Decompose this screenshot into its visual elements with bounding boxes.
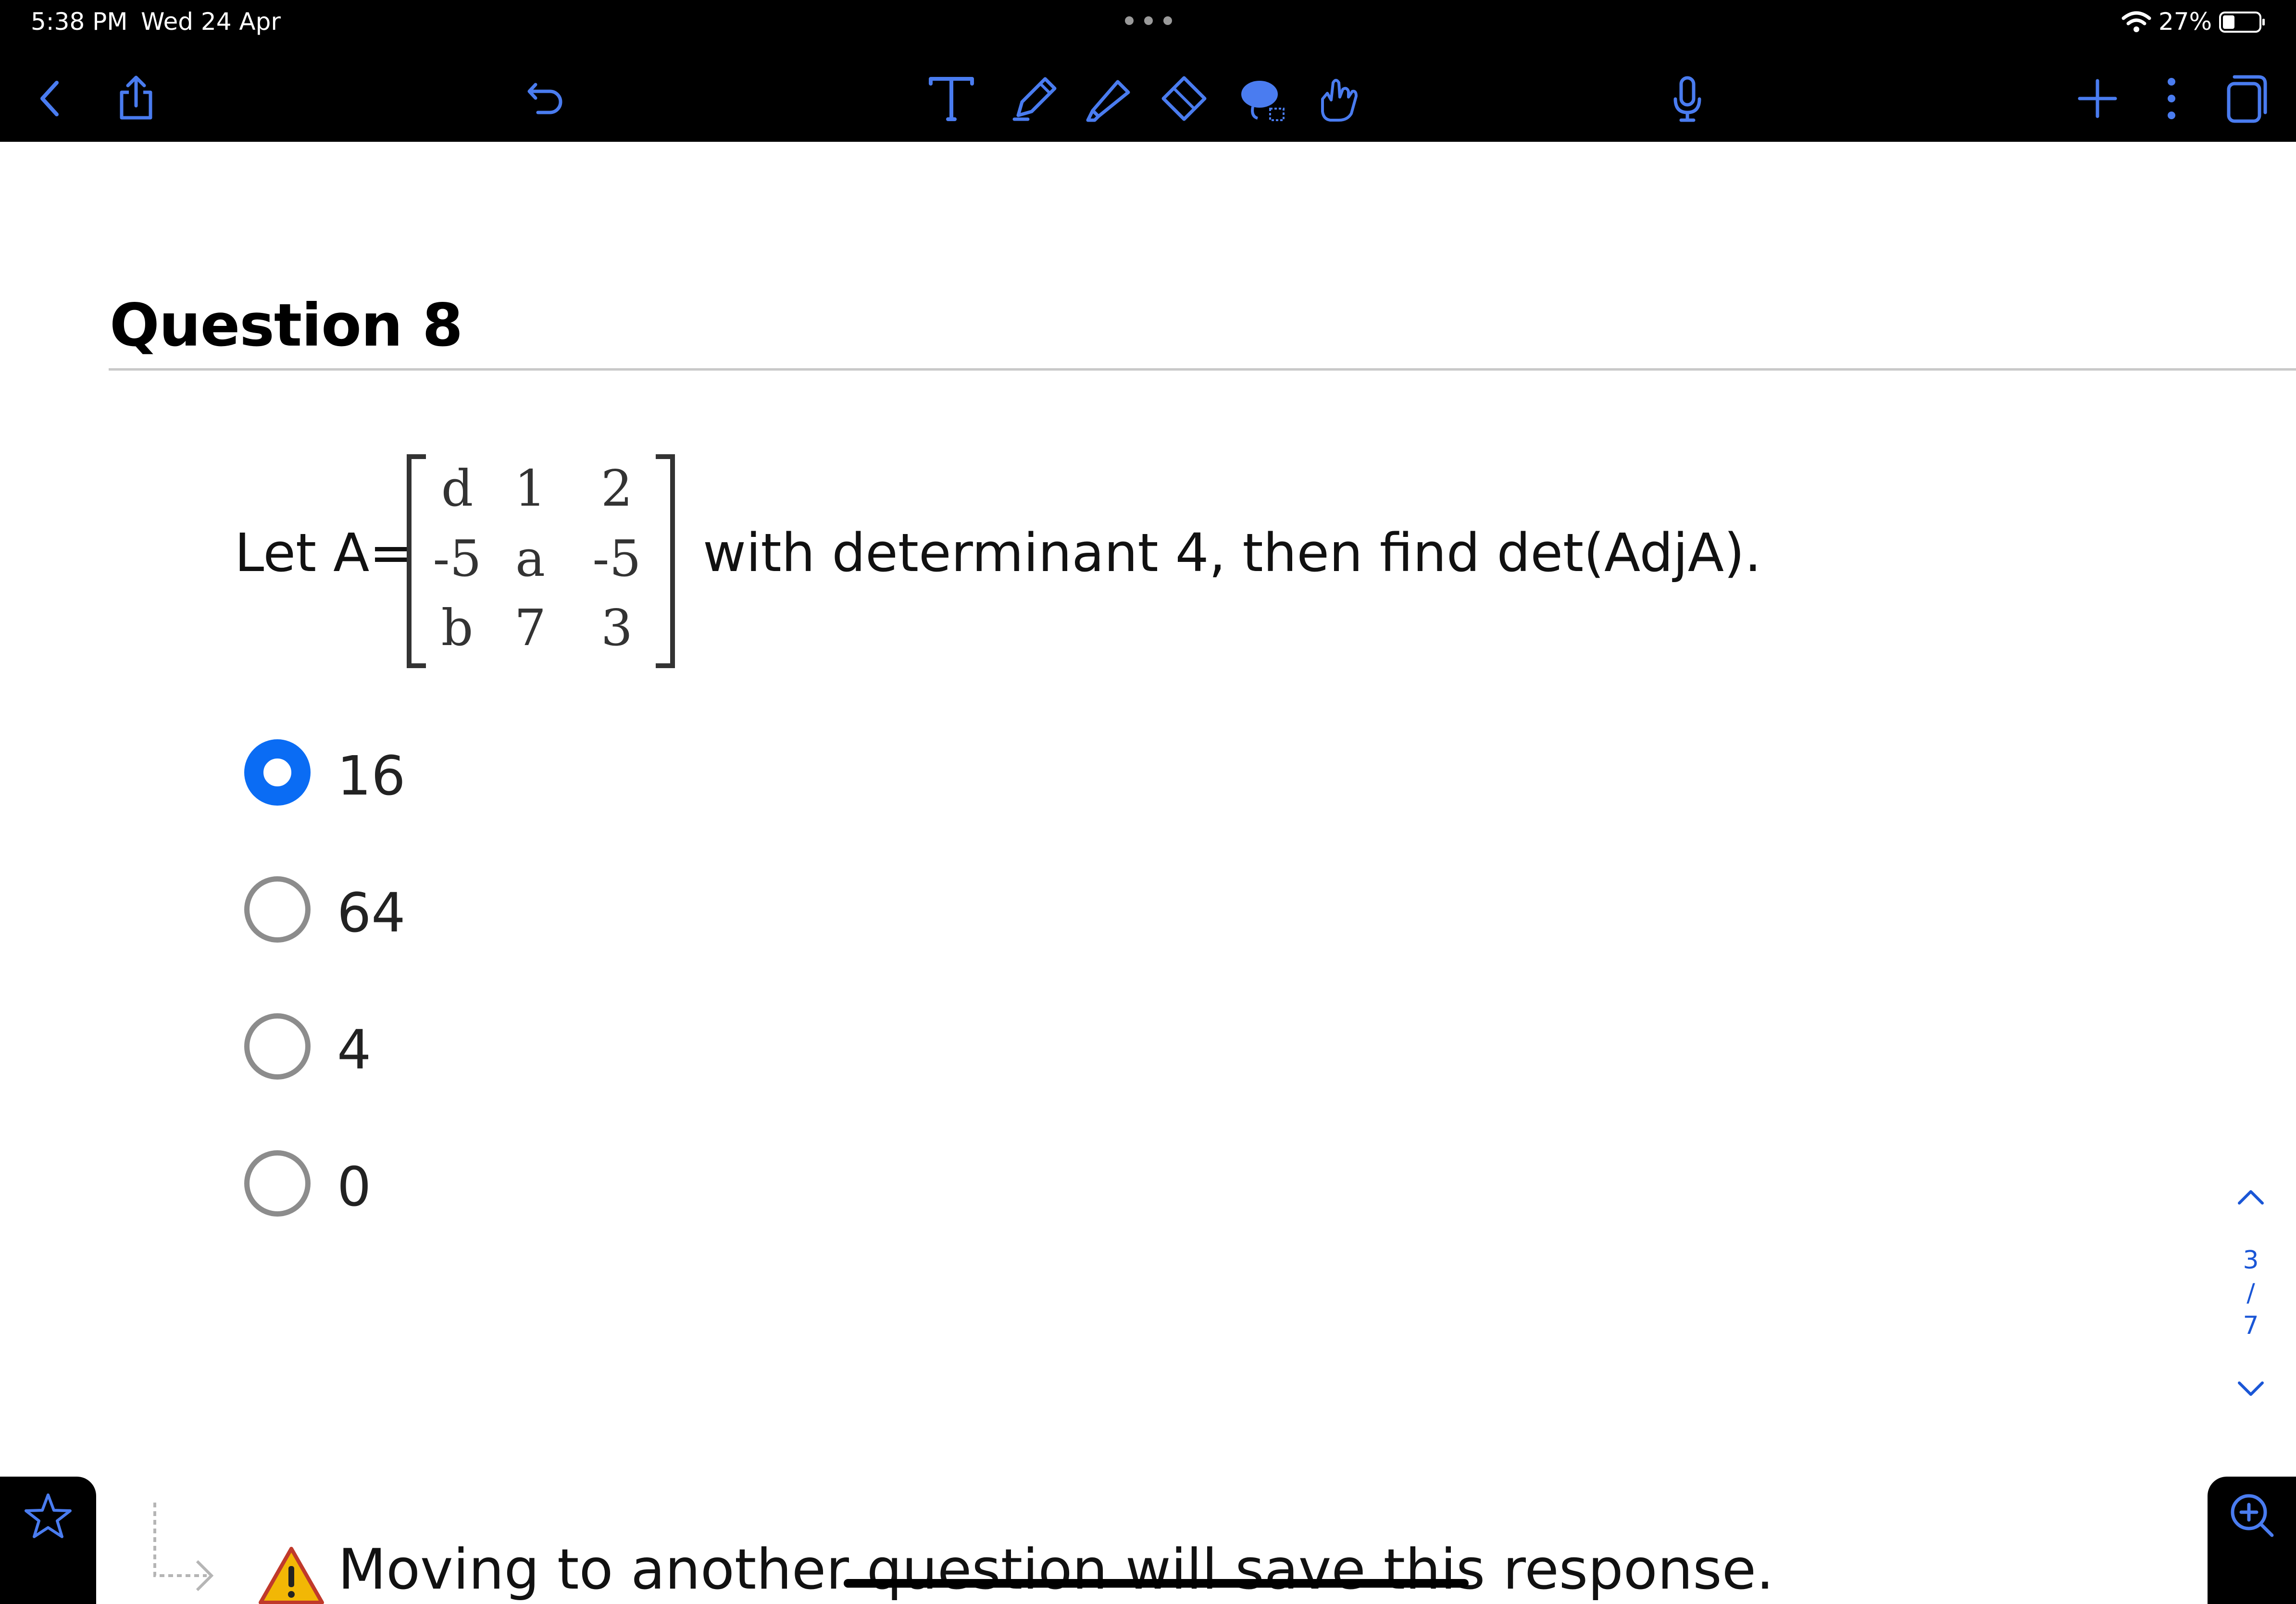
page-indicator: 3 / 7 [2235, 1244, 2266, 1342]
battery-icon [2219, 12, 2265, 33]
undo-icon[interactable] [516, 72, 569, 125]
matrix-cell: d [441, 459, 474, 518]
answer-option-label: 0 [337, 1156, 372, 1219]
radio-button[interactable] [244, 1150, 311, 1217]
pen-icon[interactable] [1009, 72, 1061, 125]
question-stem-suffix: with determinant 4, then find det(AdjA). [703, 522, 1761, 584]
eraser-icon[interactable] [1158, 72, 1210, 125]
answer-option-label: 16 [337, 745, 406, 808]
matrix-cell: 3 [600, 598, 633, 657]
add-icon[interactable] [2071, 72, 2124, 125]
page-separator: / [2246, 1279, 2255, 1307]
dotted-arrow-icon [153, 1503, 214, 1592]
pencil-stroke-annotation [844, 1579, 1469, 1588]
multitask-dots-icon[interactable] [1125, 16, 1173, 25]
answer-option[interactable]: 0 [244, 1146, 677, 1219]
warning-icon [259, 1547, 324, 1604]
next-page-chevron-icon[interactable] [2235, 1377, 2266, 1401]
star-icon[interactable] [22, 1490, 75, 1543]
matrix-cell: 2 [600, 459, 633, 518]
matrix-right-bracket [656, 454, 675, 668]
save-notice-text: Moving to another question will save thi… [338, 1537, 1774, 1602]
matrix-cell: -5 [433, 529, 482, 588]
battery-percentage: 27% [2159, 8, 2212, 36]
answer-option[interactable]: 4 [244, 1009, 677, 1082]
microphone-icon[interactable] [1661, 72, 1714, 125]
answer-option-label: 4 [337, 1019, 372, 1082]
zoom-tab[interactable] [2208, 1477, 2296, 1604]
highlighter-icon[interactable] [1084, 72, 1137, 125]
zoom-in-icon[interactable] [2225, 1488, 2278, 1541]
title-divider [109, 368, 2296, 371]
matrix-cell: 7 [514, 598, 547, 657]
page-total: 7 [2243, 1311, 2259, 1340]
matrix-cell: a [515, 529, 545, 588]
radio-button[interactable] [244, 876, 311, 943]
question-stem-prefix: Let A= [235, 522, 414, 584]
lasso-icon[interactable] [1235, 72, 1288, 125]
matrix-a: d 1 2 -5 a -5 b 7 3 [399, 454, 683, 668]
hand-pointer-icon[interactable] [1310, 72, 1363, 125]
matrix-cell: b [441, 598, 474, 657]
matrix-cell: -5 [592, 529, 641, 588]
radio-button[interactable] [244, 1013, 311, 1080]
share-icon[interactable] [110, 72, 162, 125]
pages-icon[interactable] [2217, 72, 2270, 125]
top-bar: 5:38 PM Wed 24 Apr 27% [0, 0, 2296, 142]
radio-button-selected[interactable] [244, 739, 311, 806]
text-tool-icon[interactable] [925, 72, 978, 125]
favorite-tab[interactable] [0, 1477, 96, 1604]
status-time: 5:38 PM [31, 8, 128, 36]
page-current: 3 [2243, 1246, 2259, 1275]
answer-option[interactable]: 16 [244, 735, 677, 808]
wifi-icon [2121, 11, 2151, 32]
answer-option-label: 64 [337, 882, 406, 945]
more-icon[interactable] [2145, 72, 2198, 125]
matrix-cell: 1 [514, 459, 547, 518]
previous-page-chevron-icon[interactable] [2235, 1185, 2266, 1209]
back-chevron-icon[interactable] [24, 72, 77, 125]
question-title: Question 8 [110, 291, 463, 360]
answer-option[interactable]: 64 [244, 872, 677, 945]
status-date: Wed 24 Apr [141, 8, 281, 36]
